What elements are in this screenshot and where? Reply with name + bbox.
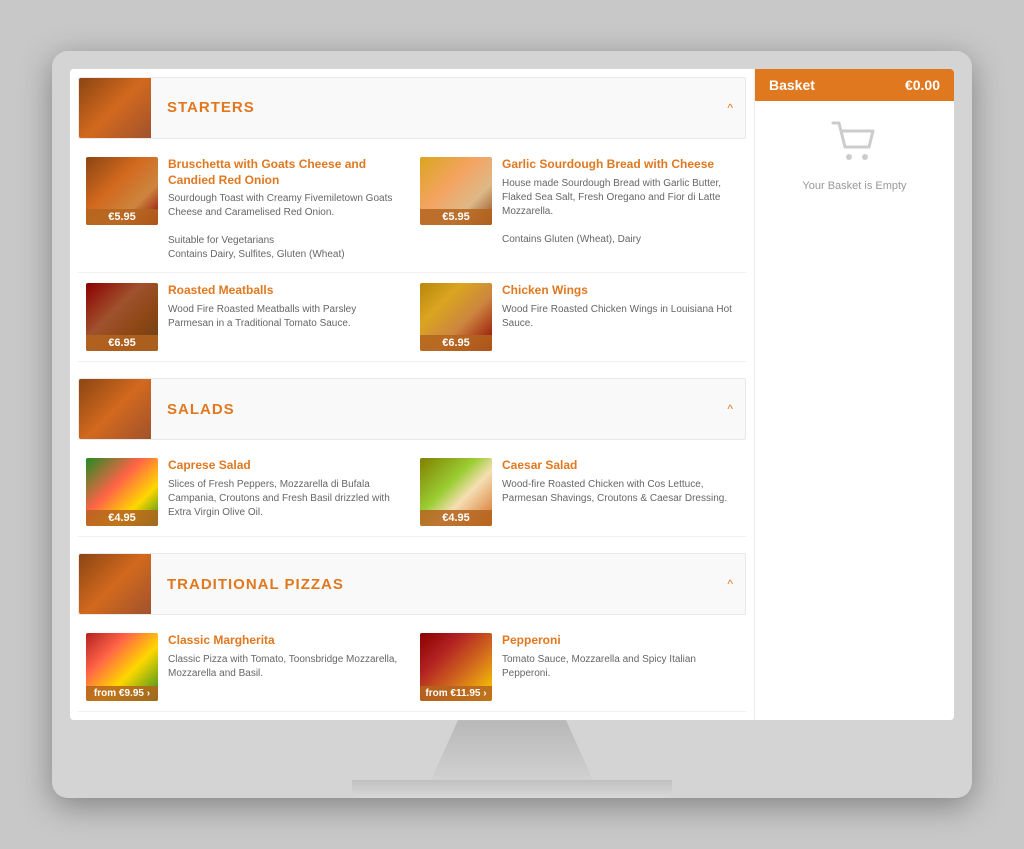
list-item[interactable]: €5.95 Bruschetta with Goats Cheese and C…: [78, 147, 412, 273]
item-image-wrap: €4.95: [420, 458, 492, 526]
meatballs-name: Roasted Meatballs: [168, 283, 404, 299]
pepperoni-desc: Tomato Sauce, Mozzarella and Spicy Itali…: [502, 653, 738, 681]
margherita-desc: Classic Pizza with Tomato, Toonsbridge M…: [168, 653, 404, 681]
item-image-wrap: €4.95: [86, 458, 158, 526]
main-content: STARTERS ^ €5.95 Bruschetta with Goats C…: [70, 69, 754, 720]
caprese-name: Caprese Salad: [168, 458, 404, 474]
pizzas-section-header[interactable]: TRADITIONAL PIZZAS ^: [78, 553, 746, 615]
meatballs-text: Roasted Meatballs Wood Fire Roasted Meat…: [168, 283, 404, 331]
list-item[interactable]: €5.95 Garlic Sourdough Bread with Cheese…: [412, 147, 746, 273]
basket-panel: Basket €0.00 Your Basket is Empty: [754, 69, 954, 720]
caesar-text: Caesar Salad Wood-fire Roasted Chicken w…: [502, 458, 738, 506]
item-image-wrap: €5.95: [86, 157, 158, 225]
basket-total: €0.00: [905, 77, 940, 93]
bruschetta-name: Bruschetta with Goats Cheese and Candied…: [168, 157, 404, 188]
meatballs-desc: Wood Fire Roasted Meatballs with Parsley…: [168, 303, 404, 331]
cart-icon: [831, 121, 879, 172]
list-item[interactable]: €4.95 Caprese Salad Slices of Fresh Pepp…: [78, 448, 412, 537]
item-image-wrap: €6.95: [420, 283, 492, 351]
list-item[interactable]: from €9.95 › Classic Margherita Classic …: [78, 623, 412, 712]
garlic-text: Garlic Sourdough Bread with Cheese House…: [502, 157, 738, 247]
starters-title: STARTERS: [151, 99, 715, 116]
item-image-wrap: from €11.95 ›: [420, 633, 492, 701]
starters-section-header[interactable]: STARTERS ^: [78, 77, 746, 139]
margherita-name: Classic Margherita: [168, 633, 404, 649]
basket-header: Basket €0.00: [755, 69, 954, 101]
item-image-wrap: €6.95: [86, 283, 158, 351]
caesar-price: €4.95: [420, 510, 492, 526]
salads-items-grid: €4.95 Caprese Salad Slices of Fresh Pepp…: [70, 440, 754, 545]
chicken-text: Chicken Wings Wood Fire Roasted Chicken …: [502, 283, 738, 331]
pepperoni-text: Pepperoni Tomato Sauce, Mozzarella and S…: [502, 633, 738, 681]
garlic-desc: House made Sourdough Bread with Garlic B…: [502, 177, 738, 247]
garlic-price: €5.95: [420, 209, 492, 225]
list-item[interactable]: €6.95 Roasted Meatballs Wood Fire Roaste…: [78, 273, 412, 362]
pizzas-items-grid: from €9.95 › Classic Margherita Classic …: [70, 615, 754, 720]
screen: STARTERS ^ €5.95 Bruschetta with Goats C…: [70, 69, 954, 720]
item-image-wrap: €5.95: [420, 157, 492, 225]
pizzas-chevron-icon[interactable]: ^: [715, 577, 745, 591]
caprese-desc: Slices of Fresh Peppers, Mozzarella di B…: [168, 478, 404, 520]
list-item[interactable]: €6.95 Chicken Wings Wood Fire Roasted Ch…: [412, 273, 746, 362]
garlic-name: Garlic Sourdough Bread with Cheese: [502, 157, 738, 173]
bruschetta-text: Bruschetta with Goats Cheese and Candied…: [168, 157, 404, 262]
margherita-text: Classic Margherita Classic Pizza with To…: [168, 633, 404, 681]
caesar-desc: Wood-fire Roasted Chicken with Cos Lettu…: [502, 478, 738, 506]
caprese-text: Caprese Salad Slices of Fresh Peppers, M…: [168, 458, 404, 520]
bruschetta-desc: Sourdough Toast with Creamy Fivemiletown…: [168, 192, 404, 262]
salads-title: SALADS: [151, 401, 715, 418]
chicken-name: Chicken Wings: [502, 283, 738, 299]
starters-items-grid: €5.95 Bruschetta with Goats Cheese and C…: [70, 139, 754, 370]
margherita-price: from €9.95 ›: [86, 686, 158, 701]
meatballs-price: €6.95: [86, 335, 158, 351]
pizzas-header-image: [79, 554, 151, 614]
monitor-stand: [422, 720, 602, 780]
caesar-name: Caesar Salad: [502, 458, 738, 474]
basket-body: Your Basket is Empty: [755, 101, 954, 212]
bruschetta-price: €5.95: [86, 209, 158, 225]
chicken-price: €6.95: [420, 335, 492, 351]
monitor-base: [352, 780, 672, 798]
basket-empty-label: Your Basket is Empty: [802, 180, 906, 192]
chicken-desc: Wood Fire Roasted Chicken Wings in Louis…: [502, 303, 738, 331]
item-image-wrap: from €9.95 ›: [86, 633, 158, 701]
salads-chevron-icon[interactable]: ^: [715, 402, 745, 416]
list-item[interactable]: €4.95 Caesar Salad Wood-fire Roasted Chi…: [412, 448, 746, 537]
salads-header-image: [79, 379, 151, 439]
monitor: STARTERS ^ €5.95 Bruschetta with Goats C…: [52, 51, 972, 798]
basket-title: Basket: [769, 77, 815, 93]
caprese-price: €4.95: [86, 510, 158, 526]
starters-chevron-icon[interactable]: ^: [715, 101, 745, 115]
salads-section-header[interactable]: SALADS ^: [78, 378, 746, 440]
pizzas-title: TRADITIONAL PIZZAS: [151, 576, 715, 593]
list-item[interactable]: from €11.95 › Pepperoni Tomato Sauce, Mo…: [412, 623, 746, 712]
pepperoni-name: Pepperoni: [502, 633, 738, 649]
pepperoni-price: from €11.95 ›: [420, 686, 492, 701]
starters-header-image: [79, 78, 151, 138]
